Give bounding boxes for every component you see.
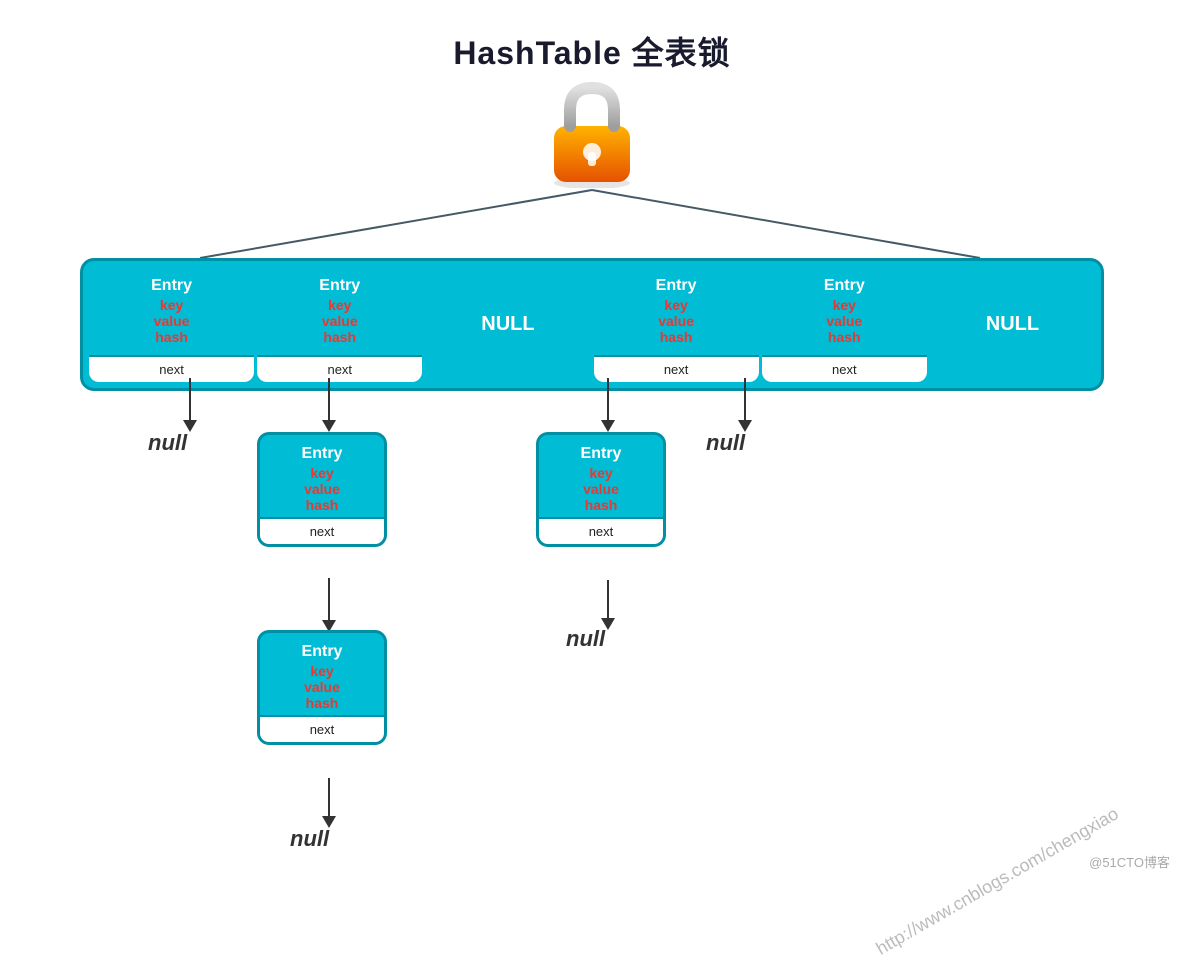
entry-cell-5: Entry key value hash next: [762, 267, 927, 382]
arrow-head: [601, 420, 615, 432]
level3-left-hash: hash: [268, 695, 376, 711]
arrow-level2right-null: [601, 580, 615, 630]
level2-left-label: Entry: [268, 445, 376, 463]
level2-right-top: Entry key value hash: [539, 435, 663, 517]
arrow-line: [328, 378, 330, 420]
arrow-line: [607, 580, 609, 618]
null-label-1: NULL: [481, 313, 534, 336]
level2-left-key: key: [268, 465, 376, 481]
level2-right-label: Entry: [547, 445, 655, 463]
arrow-head: [322, 420, 336, 432]
watermark: http://www.cnblogs.com/chengxiao: [870, 800, 1124, 963]
entry-cell-4: Entry key value hash next: [594, 267, 759, 382]
entry-value-4: value: [658, 313, 694, 329]
entry-hash-5: hash: [828, 329, 861, 345]
arrow-cell2-level2: [322, 378, 336, 432]
hashtable-row: Entry key value hash next Entry key valu…: [80, 258, 1104, 391]
level3-left-value: value: [268, 679, 376, 695]
level2-right-key: key: [547, 465, 655, 481]
arrow-cell5-null: [738, 378, 752, 432]
entry-cell-2: Entry key value hash next: [257, 267, 422, 382]
entry-hash-1: hash: [155, 329, 188, 345]
null-cell-2: NULL: [930, 267, 1095, 382]
arrow-line: [744, 378, 746, 420]
entry-label-5: Entry: [824, 277, 865, 295]
entry-next-5: next: [762, 355, 927, 382]
level3-left-next: next: [260, 715, 384, 742]
level2-right-hash: hash: [547, 497, 655, 513]
entry-next-2: next: [257, 355, 422, 382]
footer-label: @51CTO博客: [1089, 852, 1170, 871]
entry-hash-4: hash: [660, 329, 693, 345]
entry-hash-2: hash: [323, 329, 356, 345]
level3-left-label: Entry: [268, 643, 376, 661]
null-text-1: null: [148, 430, 187, 456]
null-text-4: null: [290, 826, 329, 852]
null-text-3: null: [566, 626, 605, 652]
null-cell-1: NULL: [425, 267, 590, 382]
level2-left-next: next: [260, 517, 384, 544]
entry-value-5: value: [826, 313, 862, 329]
level3-left-key: key: [268, 663, 376, 679]
entry-key-1: key: [160, 297, 183, 313]
level3-left-top: Entry key value hash: [260, 633, 384, 715]
lock-icon: [537, 78, 647, 188]
level2-left-top: Entry key value hash: [260, 435, 384, 517]
entry-value-1: value: [154, 313, 190, 329]
entry-label-1: Entry: [151, 277, 192, 295]
watermark-line1: http://www.cnblogs.com/chengxiao: [870, 800, 1124, 963]
arrow-level2-left-level3: [322, 578, 336, 632]
arrow-line: [328, 778, 330, 816]
page-title: HashTable 全表锁: [0, 0, 1184, 74]
level2-left-value: value: [268, 481, 376, 497]
arrow-level3-null: [322, 778, 336, 828]
level2-left-hash: hash: [268, 497, 376, 513]
null-label-2: NULL: [986, 313, 1039, 336]
entry-value-2: value: [322, 313, 358, 329]
entry-cell-1: Entry key value hash next: [89, 267, 254, 382]
arrow-line: [328, 578, 330, 620]
arrow-line: [607, 378, 609, 420]
level2-right-value: value: [547, 481, 655, 497]
null-text-2: null: [706, 430, 745, 456]
level2-left-entry: Entry key value hash next: [257, 432, 387, 547]
arrow-cell4-level2right: [601, 378, 615, 432]
level2-right-entry: Entry key value hash next: [536, 432, 666, 547]
entry-next-4: next: [594, 355, 759, 382]
entry-key-5: key: [833, 297, 856, 313]
arrow-line: [189, 378, 191, 420]
entry-key-4: key: [664, 297, 687, 313]
entry-key-2: key: [328, 297, 351, 313]
entry-next-1: next: [89, 355, 254, 382]
level3-left-entry: Entry key value hash next: [257, 630, 387, 745]
entry-label-2: Entry: [319, 277, 360, 295]
entry-label-4: Entry: [656, 277, 697, 295]
level2-right-next: next: [539, 517, 663, 544]
arrow-cell1-null: [183, 378, 197, 432]
